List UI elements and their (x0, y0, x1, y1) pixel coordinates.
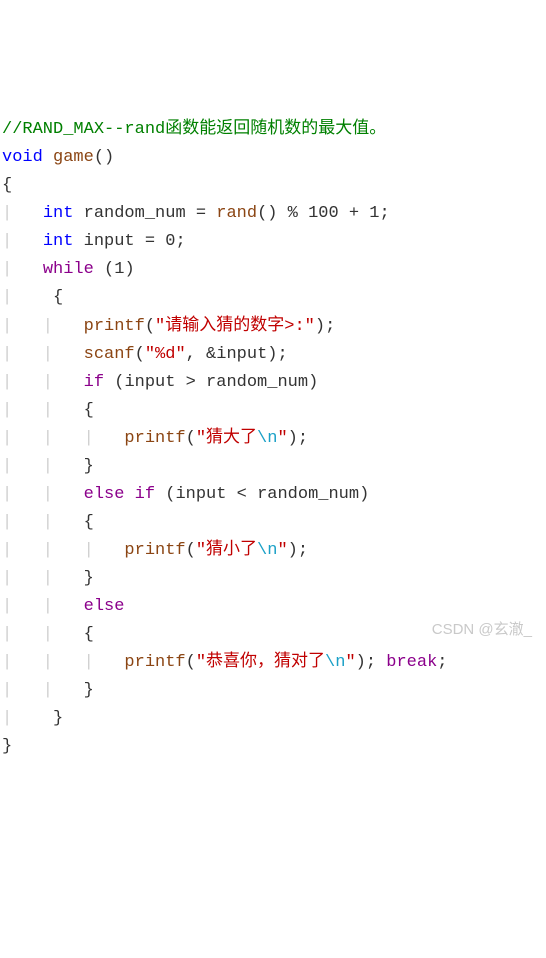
function-scanf: scanf (84, 345, 135, 364)
keyword-if: if (135, 485, 155, 504)
code-line: } (2, 737, 12, 756)
paren-close: ) (288, 541, 298, 560)
brace-close: } (84, 569, 94, 588)
paren-close: ) (356, 653, 366, 672)
code-line: | | { (2, 513, 94, 532)
paren-open: ( (135, 345, 145, 364)
paren-close: ) (308, 373, 318, 392)
code-line: | int input = 0; (2, 232, 186, 251)
code-line: | | { (2, 401, 94, 420)
paren-close: ) (267, 345, 277, 364)
string-prompt: "请输入猜的数字>:" (155, 317, 315, 336)
escape-n: \n (257, 541, 277, 560)
brace-open: { (84, 401, 94, 420)
keyword-else: else (84, 597, 125, 616)
keyword-void: void (2, 148, 43, 167)
paren-close: ) (267, 204, 277, 223)
paren-open: ( (145, 317, 155, 336)
function-rand: rand (216, 204, 257, 223)
paren-close: ) (104, 148, 114, 167)
code-line: | | } (2, 457, 94, 476)
keyword-while: while (43, 260, 94, 279)
comment: //RAND_MAX--rand函数能返回随机数的最大值。 (2, 120, 386, 139)
code-line: | { (2, 288, 63, 307)
string-quote: " (345, 653, 355, 672)
paren-open: ( (165, 485, 175, 504)
string-big: "猜大了 (196, 429, 257, 448)
var-input: input (84, 232, 135, 251)
function-printf: printf (124, 429, 185, 448)
code-line: | | | printf("猜大了\n"); (2, 429, 308, 448)
code-line: | } (2, 709, 63, 728)
code-line: | | } (2, 569, 94, 588)
paren-open: ( (94, 148, 104, 167)
expr-mod: % 100 + 1; (277, 204, 389, 223)
string-small: "猜小了 (196, 541, 257, 560)
code-line: | | | printf("恭喜你，猜对了\n"); break; (2, 653, 447, 672)
string-fmt: "%d" (145, 345, 186, 364)
function-name: game (53, 148, 94, 167)
code-line: | | if (input > random_num) (2, 373, 318, 392)
paren-close: ) (288, 429, 298, 448)
keyword-int: int (43, 204, 74, 223)
expr-zero: = 0; (135, 232, 186, 251)
function-printf: printf (124, 541, 185, 560)
cond-gt: input > random_num (124, 373, 308, 392)
paren-open: ( (186, 653, 196, 672)
string-quote: " (277, 541, 287, 560)
paren-open: ( (186, 541, 196, 560)
paren-open: ( (114, 373, 124, 392)
function-printf: printf (124, 653, 185, 672)
semi: ; (437, 653, 447, 672)
brace-open: { (84, 513, 94, 532)
code-line: | | else if (input < random_num) (2, 485, 369, 504)
string-quote: " (277, 429, 287, 448)
code-line: void game() (2, 148, 114, 167)
semi: ; (366, 653, 376, 672)
code-block: //RAND_MAX--rand函数能返回随机数的最大值。 void game(… (2, 116, 544, 761)
watermark: CSDN @玄澈_ (432, 618, 532, 643)
keyword-break: break (386, 653, 437, 672)
paren-close: ) (124, 260, 134, 279)
code-line: | | else (2, 597, 124, 616)
paren-open: ( (104, 260, 114, 279)
eq: = (186, 204, 217, 223)
brace-close: } (53, 709, 63, 728)
code-line: | | { (2, 625, 94, 644)
paren-close: ) (315, 317, 325, 336)
code-line: | int random_num = rand() % 100 + 1; (2, 204, 390, 223)
function-printf: printf (84, 317, 145, 336)
code-line: //RAND_MAX--rand函数能返回随机数的最大值。 (2, 120, 386, 139)
brace-close: } (84, 681, 94, 700)
keyword-else: else (84, 485, 125, 504)
semi: ; (298, 429, 308, 448)
brace-close: } (84, 457, 94, 476)
brace-open: { (84, 625, 94, 644)
semi: ; (298, 541, 308, 560)
keyword-if: if (84, 373, 104, 392)
code-line: | | } (2, 681, 94, 700)
var-random-num: random_num (84, 204, 186, 223)
code-line: | | scanf("%d", &input); (2, 345, 288, 364)
brace-open: { (2, 176, 12, 195)
escape-n: \n (257, 429, 277, 448)
code-line: | while (1) (2, 260, 135, 279)
cond-lt: input < random_num (175, 485, 359, 504)
paren-close: ) (359, 485, 369, 504)
keyword-int: int (43, 232, 74, 251)
paren-open: ( (186, 429, 196, 448)
brace-close: } (2, 737, 12, 756)
semi: ; (277, 345, 287, 364)
num-one: 1 (114, 260, 124, 279)
semi: ; (325, 317, 335, 336)
brace-open: { (53, 288, 63, 307)
escape-n: \n (325, 653, 345, 672)
paren-open: ( (257, 204, 267, 223)
code-line: | | printf("请输入猜的数字>:"); (2, 317, 335, 336)
string-win: "恭喜你，猜对了 (196, 653, 325, 672)
code-line: | | | printf("猜小了\n"); (2, 541, 308, 560)
code-line: { (2, 176, 12, 195)
arg-input: , &input (186, 345, 268, 364)
